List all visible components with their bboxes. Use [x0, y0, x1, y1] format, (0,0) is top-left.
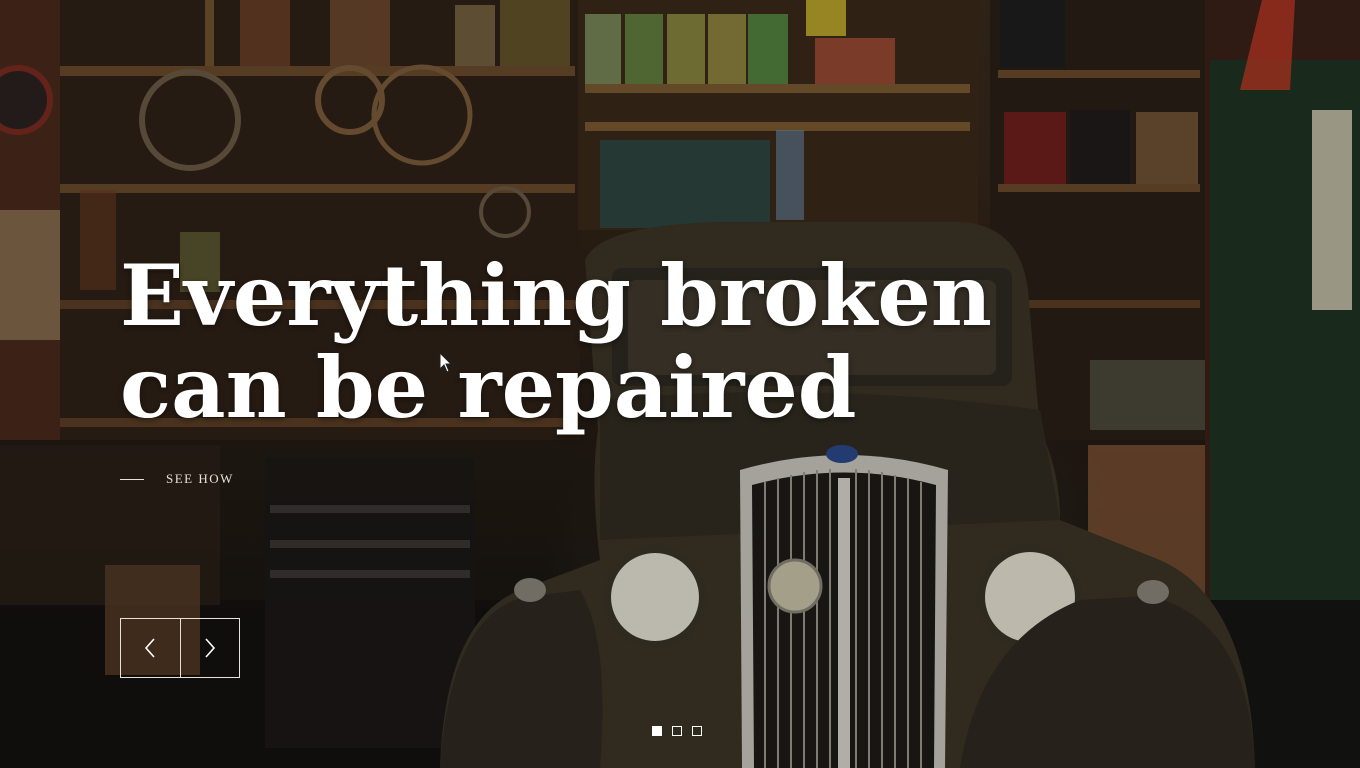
- prev-slide-button[interactable]: [121, 619, 181, 677]
- see-how-label: SEE HOW: [166, 471, 234, 486]
- slide-dot-2[interactable]: [672, 726, 682, 736]
- chevron-left-icon: [145, 638, 155, 658]
- see-how-link[interactable]: SEE HOW: [120, 468, 234, 490]
- slide-indicators: [652, 726, 702, 736]
- chevron-right-icon: [205, 638, 215, 658]
- hero-slider: Everything broken can be repaired SEE HO…: [0, 0, 1360, 768]
- hero-headline: Everything broken can be repaired: [120, 246, 992, 437]
- slide-dot-1[interactable]: [652, 726, 662, 736]
- mouse-cursor-icon: [439, 352, 453, 373]
- next-slide-button[interactable]: [181, 619, 240, 677]
- slider-nav: [120, 618, 240, 678]
- dash-line: [120, 478, 144, 480]
- slide-dot-3[interactable]: [692, 726, 702, 736]
